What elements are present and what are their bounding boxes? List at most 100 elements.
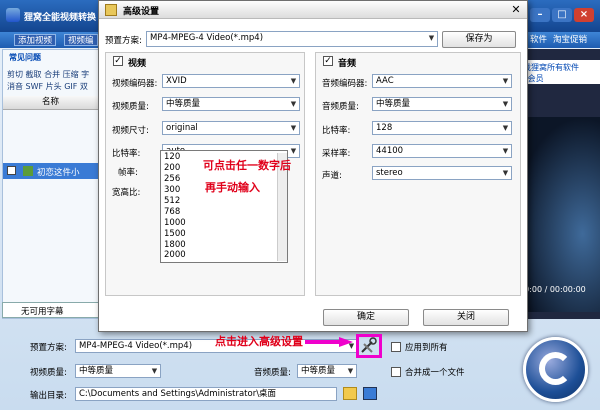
channel-value: stereo: [376, 168, 403, 178]
audio-quality-value: 中等质量: [376, 99, 411, 109]
convert-icon: [539, 352, 572, 385]
apply-all-label: 应用到所有: [405, 343, 448, 353]
bitrate-option[interactable]: 2000: [164, 250, 186, 260]
video-quality-select[interactable]: 中等质量 ▼: [75, 364, 161, 378]
sample-rate-value: 44100: [376, 146, 404, 156]
chevron-down-icon: ▼: [502, 100, 509, 108]
chevron-down-icon: ▼: [502, 169, 509, 177]
merge-checkbox[interactable]: [391, 367, 401, 377]
audio-encoder-select[interactable]: AAC ▼: [372, 74, 512, 88]
video-enable-checkbox[interactable]: ✓: [113, 56, 123, 66]
dialog-video-quality-select[interactable]: 中等质量 ▼: [162, 97, 300, 111]
audio-bitrate-label: 比特率:: [322, 126, 351, 136]
bitrate-option[interactable]: 512: [164, 196, 180, 206]
save-as-button[interactable]: 保存为: [442, 31, 516, 48]
aspect-label: 宽高比:: [112, 188, 141, 198]
chevron-down-icon: ▼: [347, 367, 354, 375]
output-dir-value: C:\Documents and Settings\Administrator\…: [79, 389, 277, 399]
audio-encoder-value: AAC: [376, 76, 394, 86]
audio-quality-select[interactable]: 中等质量 ▼: [297, 364, 357, 378]
preset-value: MP4-MPEG-4 Video(*.mp4): [79, 341, 193, 351]
chevron-down-icon: ▼: [502, 77, 509, 85]
bitrate-option[interactable]: 120: [164, 152, 180, 162]
main-title: 狸窝全能视频转换: [24, 13, 97, 23]
sample-rate-label: 采样率:: [322, 149, 351, 159]
toolbar-link-software[interactable]: 软件: [530, 34, 547, 46]
bitrate-option[interactable]: 1500: [164, 229, 186, 239]
audio-enable-checkbox[interactable]: ✓: [323, 56, 333, 66]
channel-select[interactable]: stereo ▼: [372, 166, 512, 180]
ok-label: 确定: [356, 312, 375, 322]
video-quality-label: 视频质量:: [112, 102, 149, 112]
dialog-preset-select[interactable]: MP4-MPEG-4 Video(*.mp4) ▼: [146, 31, 438, 47]
maximize-icon[interactable]: □: [552, 8, 572, 22]
settings-icon: [105, 4, 117, 16]
dialog-audio-quality-select[interactable]: 中等质量 ▼: [372, 97, 512, 111]
chevron-down-icon: ▼: [290, 100, 297, 108]
bitrate-option[interactable]: 1800: [164, 240, 186, 250]
add-video-button[interactable]: 添加视频: [14, 34, 57, 46]
toolbar-link-taobao[interactable]: 淘宝促销: [553, 34, 587, 46]
chevron-down-icon: ▼: [290, 77, 297, 85]
output-dir-input[interactable]: C:\Documents and Settings\Administrator\…: [75, 387, 337, 401]
video-quality-label: 视频质量:: [30, 368, 67, 378]
video-encoder-label: 视频编码器:: [112, 79, 158, 89]
dialog-preset-label: 预置方案:: [105, 36, 142, 46]
video-bitrate-label: 比特率:: [112, 149, 141, 159]
video-group-title: 视频: [128, 59, 147, 69]
tab-faq[interactable]: 常见问题: [9, 52, 41, 63]
file-checkbox[interactable]: [7, 166, 16, 175]
bitrate-option[interactable]: 768: [164, 207, 180, 217]
audio-quality-label: 音频质量:: [322, 102, 359, 112]
dialog-preset-value: MP4-MPEG-4 Video(*.mp4): [150, 33, 264, 43]
video-size-select[interactable]: original ▼: [162, 121, 300, 135]
subtitle-select[interactable]: 无可用字幕: [2, 302, 99, 318]
left-panel: 常见问题 剪切 截取 合并 压缩 字 消音 SWF 片头 GIF 双 名称 初恋…: [2, 49, 99, 319]
save-as-label: 保存为: [465, 34, 493, 44]
chevron-down-icon: ▼: [151, 367, 158, 375]
audio-quality-label: 音频质量:: [254, 368, 291, 378]
bitrate-option[interactable]: 300: [164, 185, 180, 195]
arrow-icon: [305, 337, 353, 347]
convert-button[interactable]: [523, 337, 588, 402]
dialog-title-bar: 高级设置 ✕: [99, 1, 527, 19]
output-dir-label: 输出目录:: [30, 391, 67, 401]
bitrate-option[interactable]: 1000: [164, 218, 186, 228]
file-icon: [23, 166, 33, 176]
folder-icon[interactable]: [343, 387, 357, 400]
video-quality-value: 中等质量: [79, 366, 114, 376]
close-button[interactable]: 关闭: [423, 309, 509, 326]
video-size-value: original: [166, 123, 198, 133]
subtitle-value: 无可用字幕: [21, 307, 64, 317]
sample-rate-select[interactable]: 44100 ▼: [372, 144, 512, 158]
chevron-down-icon: ▼: [502, 147, 509, 155]
edit-menu-row2[interactable]: 消音 SWF 片头 GIF 双: [7, 81, 88, 92]
minimize-icon[interactable]: –: [530, 8, 550, 22]
chevron-down-icon: ▼: [502, 124, 509, 132]
audio-quality-value: 中等质量: [301, 366, 336, 376]
edit-menu-row1[interactable]: 剪切 截取 合并 压缩 字: [7, 69, 89, 80]
app-icon: [6, 8, 20, 22]
file-row[interactable]: 初恋这件小: [3, 163, 98, 179]
video-edit-button[interactable]: 视频编: [64, 34, 98, 46]
dialog-title: 高级设置: [123, 7, 160, 17]
chevron-down-icon: ▼: [290, 147, 297, 155]
video-encoder-select[interactable]: XVID ▼: [162, 74, 300, 88]
audio-group-title: 音频: [338, 59, 357, 69]
advanced-settings-button[interactable]: [356, 334, 382, 358]
bitrate-option[interactable]: 200: [164, 163, 180, 173]
ok-button[interactable]: 确定: [323, 309, 409, 326]
chevron-down-icon: ▼: [290, 124, 297, 132]
close-icon[interactable]: ×: [574, 8, 594, 22]
column-header-name[interactable]: 名称: [3, 96, 98, 110]
audio-bitrate-select[interactable]: 128 ▼: [372, 121, 512, 135]
playback-time: 00:00 / 00:00:00: [519, 285, 586, 294]
apply-all-checkbox[interactable]: [391, 342, 401, 352]
bitrate-option[interactable]: 256: [164, 174, 180, 184]
open-folder-icon[interactable]: [363, 387, 377, 400]
dialog-close-icon[interactable]: ✕: [509, 3, 523, 17]
tools-icon: [361, 337, 377, 353]
fps-label: 帧率:: [118, 168, 138, 178]
video-encoder-value: XVID: [166, 76, 187, 86]
audio-encoder-label: 音频编码器:: [322, 79, 368, 89]
